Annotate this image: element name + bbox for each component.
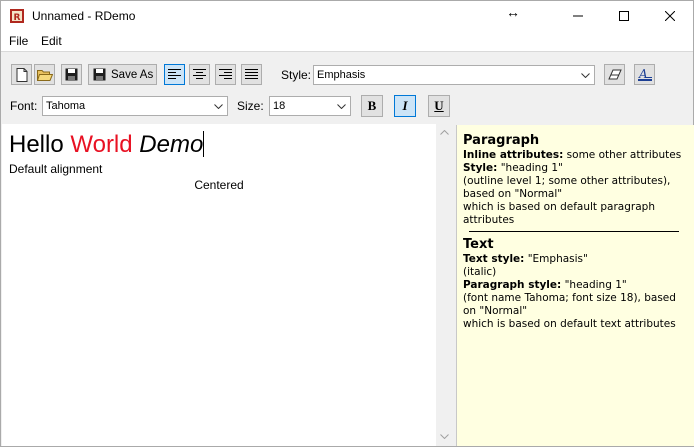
text-paragraph-style: Paragraph style: "heading 1"	[463, 279, 627, 291]
font-color-icon: A	[637, 67, 652, 81]
font-label: Font:	[10, 99, 38, 113]
justify-button[interactable]	[241, 64, 262, 85]
align-center-icon	[193, 69, 206, 79]
chevron-down-icon	[211, 97, 225, 115]
font-select-value: Tahoma	[46, 100, 86, 112]
chevron-down-icon	[334, 97, 348, 115]
clear-format-button[interactable]	[604, 64, 625, 85]
app-window: R Unnamed - RDemo ↔ File Edit Save As St…	[0, 0, 694, 447]
save-as-button[interactable]: Save As	[88, 64, 157, 85]
align-right-button[interactable]	[215, 64, 236, 85]
size-select[interactable]: 18	[269, 96, 351, 116]
toolbar: Save As Style: Emphasis A Font: Tahoma S…	[1, 51, 693, 124]
move-icon: ↔	[506, 4, 520, 20]
open-button[interactable]	[34, 64, 55, 85]
text-caret	[203, 131, 205, 157]
align-center-button[interactable]	[189, 64, 210, 85]
new-button[interactable]	[11, 64, 32, 85]
menu-edit[interactable]: Edit	[41, 34, 62, 48]
text-hello: Hello	[9, 131, 64, 158]
underline-icon: U	[434, 98, 444, 113]
align-left-icon	[168, 69, 181, 79]
eraser-icon	[607, 69, 622, 79]
paragraph-heading: Paragraph	[463, 133, 540, 148]
open-folder-icon	[36, 70, 53, 81]
size-select-value: 18	[273, 100, 286, 112]
panel-divider	[469, 231, 679, 232]
paragraph-style: Style: "heading 1"	[463, 162, 563, 174]
style-label: Style:	[281, 68, 312, 82]
scroll-down-icon[interactable]	[440, 434, 449, 439]
menu-file[interactable]: File	[9, 34, 28, 48]
text-world: World	[70, 131, 133, 158]
bold-icon: B	[367, 98, 377, 113]
editor-line-default: Default alignment	[9, 162, 103, 176]
style-select[interactable]: Emphasis	[313, 65, 595, 85]
attributes-info-panel: Paragraph Inline attributes: some other …	[456, 125, 694, 446]
text-style: Text style: "Emphasis"	[463, 253, 588, 265]
save-button[interactable]	[61, 64, 82, 85]
text-heading: Text	[463, 237, 494, 252]
font-color-button[interactable]: A	[634, 64, 655, 85]
minimize-icon	[573, 15, 583, 17]
bold-button[interactable]: B	[361, 95, 383, 117]
paragraph-style-details: (outline level 1; some other attributes)…	[463, 175, 671, 200]
editor-line-centered: Centered	[194, 178, 244, 192]
italic-icon: I	[402, 98, 408, 113]
save-icon	[65, 68, 78, 81]
minimize-button[interactable]	[555, 1, 601, 31]
rich-text-editor[interactable]: Hello World Demo Default alignment Cente…	[2, 124, 436, 446]
title-bar: R Unnamed - RDemo ↔	[1, 1, 693, 31]
paragraph-inline-attrs: Inline attributes: some other attributes	[463, 149, 682, 161]
style-select-value: Emphasis	[317, 69, 366, 81]
maximize-icon	[619, 11, 629, 21]
svg-text:R: R	[14, 13, 21, 23]
text-style-details: (italic)	[463, 266, 497, 278]
italic-button[interactable]: I	[394, 95, 416, 117]
save-icon	[93, 68, 106, 81]
chevron-down-icon	[578, 66, 592, 84]
underline-button[interactable]: U	[428, 95, 450, 117]
justify-icon	[245, 69, 258, 79]
editor-line-heading: Hello World Demo	[9, 131, 205, 159]
text-paragraph-style-details: (font name Tahoma; font size 18), based …	[463, 292, 676, 317]
align-left-button[interactable]	[164, 64, 185, 85]
svg-text:A: A	[638, 67, 648, 81]
save-as-label: Save As	[111, 68, 154, 81]
close-button[interactable]	[647, 1, 693, 31]
menu-bar: File Edit	[1, 31, 693, 51]
font-select[interactable]: Tahoma	[42, 96, 228, 116]
paragraph-style-base: which is based on default paragraph attr…	[463, 201, 655, 226]
app-icon: R	[9, 8, 25, 24]
editor-scrollbar[interactable]	[436, 124, 453, 446]
text-paragraph-style-base: which is based on default text attribute…	[463, 318, 676, 330]
scroll-up-icon[interactable]	[440, 130, 449, 135]
text-demo: Demo	[139, 131, 204, 158]
close-icon	[665, 11, 675, 21]
new-document-icon	[16, 67, 27, 82]
size-label: Size:	[237, 99, 264, 113]
maximize-button[interactable]	[601, 1, 647, 31]
window-title: Unnamed - RDemo	[32, 9, 136, 23]
align-right-icon	[219, 69, 232, 79]
